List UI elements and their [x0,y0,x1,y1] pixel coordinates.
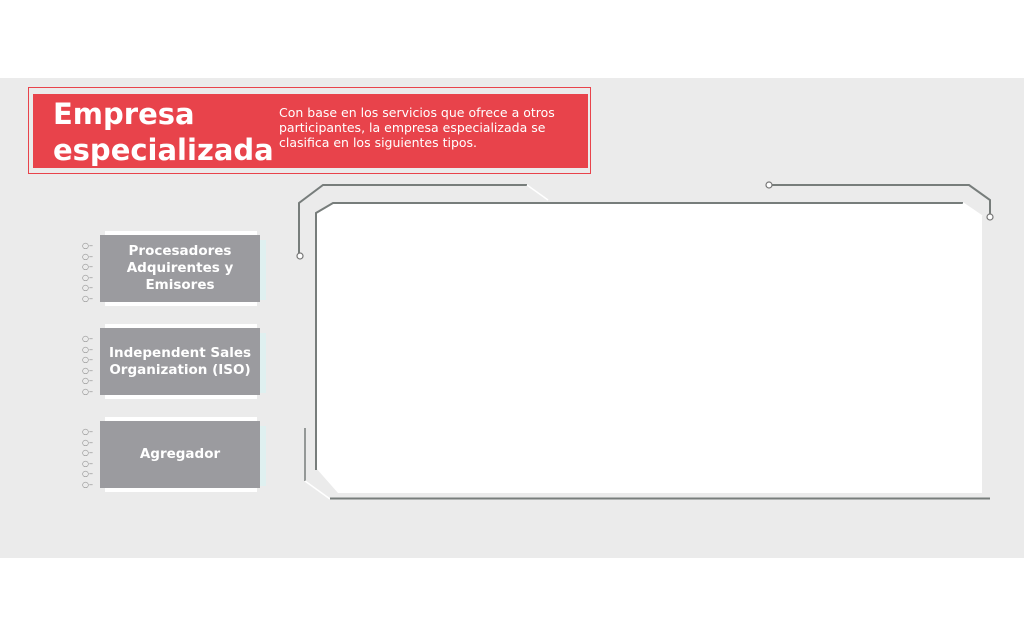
category-iso[interactable]: ○– ○– ○– ○– ○– ○– Independent Sales Organizat… [82,324,267,403]
content-panel-frame [296,181,994,500]
content-panel [316,203,982,493]
category-button[interactable]: Independent Sales Organization (ISO) [100,328,260,395]
category-agregador[interactable]: ○– ○– ○– ○– ○– ○– Agregador [82,417,267,496]
connector-pins-icon: ○– ○– ○– ○– ○– ○– [82,241,93,303]
category-procesadores[interactable]: ○– ○– ○– ○– ○– ○– Procesadores Adquirentes y … [82,231,267,310]
category-button[interactable]: Procesadores Adquirentes y Emisores [100,235,260,302]
connector-pins-icon: ○– ○– ○– ○– ○– ○– [82,334,93,396]
connector-pins-icon: ○– ○– ○– ○– ○– ○– [82,427,93,489]
category-button[interactable]: Agregador [100,421,260,488]
